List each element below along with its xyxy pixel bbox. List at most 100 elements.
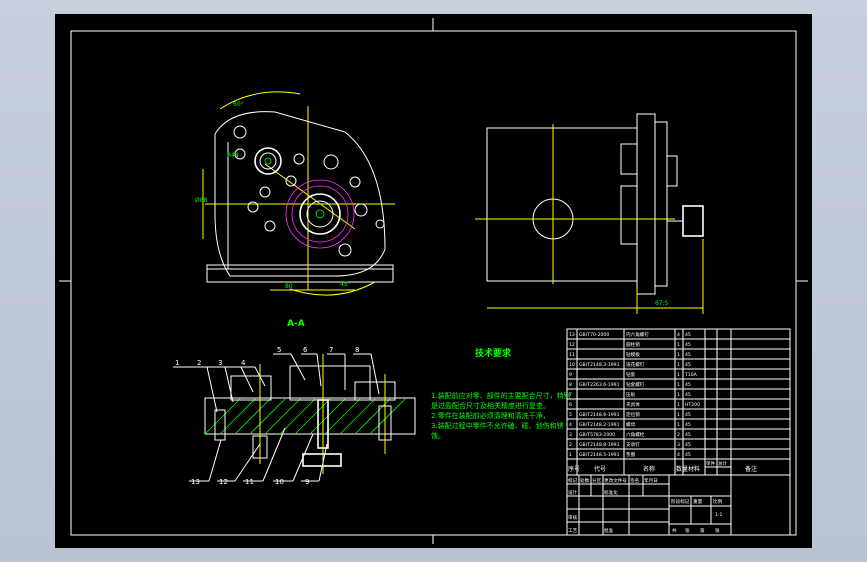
bom-mat-1: 45 <box>685 452 691 458</box>
bom-no-8: 8 <box>569 382 572 388</box>
tb-sign: 签名 <box>630 477 639 484</box>
bom-mat-10: 45 <box>685 362 691 368</box>
balloon-6: 6 <box>303 346 308 354</box>
bom-no-13: 13 <box>569 332 575 338</box>
bom-header-unit: 单件 <box>706 460 715 467</box>
cad-drawing: 60° R44 Ø88 80 45° 67.5 A-A 1 2 3 4 5 6 … <box>59 18 808 544</box>
bom-qty-5: 1 <box>677 412 680 418</box>
tb-sheets: 张 <box>685 527 690 534</box>
balloon-9: 9 <box>305 478 309 486</box>
balloon-4: 4 <box>241 359 246 367</box>
balloon-8: 8 <box>355 346 359 354</box>
bom-qty-3: 2 <box>677 432 680 438</box>
bom-qty-9: 1 <box>677 372 680 378</box>
tb-date: 年月日 <box>644 477 658 484</box>
bom-no-7: 7 <box>569 392 572 398</box>
bom-name-1: 垫圈 <box>626 451 636 458</box>
tb-approve: 批准 <box>604 527 614 534</box>
dim-bottom-width: 80 <box>285 283 293 290</box>
tb-change-doc: 更改文件号 <box>604 477 627 484</box>
bom-name-6: 夹具体 <box>626 401 640 408</box>
balloons: 1 2 3 4 5 6 7 8 9 10 11 12 13 <box>173 346 380 486</box>
bom-header-total: 总计 <box>718 460 727 467</box>
bom-code-5: GB/T2148.6-1991 <box>579 412 620 418</box>
bom-code-3: GB/T5783-2000 <box>579 432 615 438</box>
bom-mat-8: 45 <box>685 382 691 388</box>
bom-header-name: 名称 <box>643 465 655 473</box>
tb-sheet: 张 <box>715 527 720 534</box>
bom-name-11: 钻模板 <box>626 351 640 358</box>
balloon-3: 3 <box>218 359 222 367</box>
bom-qty-8: 1 <box>677 382 680 388</box>
tb-zone: 分区 <box>592 477 602 484</box>
tb-process: 工艺 <box>568 528 578 534</box>
bom-qty-13: 4 <box>677 332 680 338</box>
bom-mat-13: 45 <box>685 332 691 338</box>
bom-name-10: 滚花螺钉 <box>626 361 645 368</box>
bom-mat-6: HT200 <box>685 402 700 408</box>
bom-qty-12: 1 <box>677 342 680 348</box>
bom-name-5: 定位销 <box>626 411 640 418</box>
bom-mat-9: T10A <box>684 372 698 378</box>
bom-qty-1: 4 <box>677 452 680 458</box>
bom-code-2: GB/T2148.8-1991 <box>579 442 620 448</box>
section-label: A-A <box>287 319 305 329</box>
balloon-13: 13 <box>191 478 200 486</box>
tb-no: 第 <box>700 527 705 534</box>
tb-scale: 1:1 <box>715 512 722 518</box>
bom-no-9: 9 <box>569 372 572 378</box>
bom-no-12: 12 <box>569 342 575 348</box>
bom-code-1: GB/T2148.5-1991 <box>579 452 620 458</box>
bom-header-qty: 数量 <box>676 465 688 473</box>
bom-qty-11: 1 <box>677 352 680 358</box>
balloon-2: 2 <box>197 359 201 367</box>
bom-qty-4: 1 <box>677 422 680 428</box>
bom-mat-11: 45 <box>685 352 691 358</box>
front-view: 60° R44 Ø88 80 45° <box>195 91 395 296</box>
bom-qty-10: 1 <box>677 362 680 368</box>
tech-title: 技术要求 <box>475 347 512 359</box>
balloon-10: 10 <box>275 478 284 486</box>
balloon-7: 7 <box>329 346 333 354</box>
bom-header-material: 材料 <box>688 465 700 473</box>
bom-code-13: GB/T70-2000 <box>579 332 609 338</box>
tb-weight: 重量 <box>693 498 703 505</box>
bom-name-3: 六角螺栓 <box>626 431 645 438</box>
bom-table: 13 GB/T70-2000 内六角螺钉 4 45 12 圆柱销 1 45 11… <box>566 328 791 460</box>
bom-name-7: 压板 <box>626 391 636 398</box>
tech-note-5: 蚀。 <box>431 431 445 440</box>
bom-qty-7: 1 <box>677 392 680 398</box>
tb-standardize: 标准化 <box>604 489 618 496</box>
bom-no-1: 1 <box>569 452 572 458</box>
bom-qty-2: 3 <box>677 442 680 448</box>
balloon-1: 1 <box>175 359 179 367</box>
balloon-12: 12 <box>219 478 228 486</box>
bom-header-remark: 备注 <box>745 465 757 473</box>
tech-note-1: 1.装配前应对零、部件的主要配合尺寸，特别 <box>431 391 571 400</box>
balloon-11: 11 <box>245 478 254 486</box>
bom-code-4: GB/T2148.2-1991 <box>579 422 620 428</box>
dim-left-height: Ø88 <box>195 197 208 204</box>
bom-no-6: 6 <box>569 402 572 408</box>
bom-mat-2: 45 <box>685 442 691 448</box>
dim-bottom-angle: 45° <box>340 281 351 288</box>
tb-review: 审核 <box>568 514 578 521</box>
bom-name-8: 钻套螺钉 <box>626 381 645 388</box>
bom-name-4: 螺母 <box>626 421 636 428</box>
tb-design: 设计 <box>568 489 578 496</box>
tb-scale-label: 比例 <box>713 498 723 505</box>
bom-mat-4: 45 <box>685 422 691 428</box>
side-view: 67.5 <box>475 113 704 314</box>
bom-mat-5: 45 <box>685 412 691 418</box>
tb-total: 共 <box>672 527 677 534</box>
bom-header-no: 序号 <box>568 465 580 473</box>
tech-note-2: 是过盈配合尺寸及相关精度进行复查。 <box>431 401 550 410</box>
tech-note-4: 3.装配过程中零件不允许磕、碰、划伤和锈 <box>431 421 564 430</box>
bom-no-2: 2 <box>569 442 572 448</box>
section-view <box>204 354 416 474</box>
bom-no-5: 5 <box>569 412 572 418</box>
bom-mat-7: 45 <box>685 392 691 398</box>
drawing-viewport[interactable]: 60° R44 Ø88 80 45° 67.5 A-A 1 2 3 4 5 6 … <box>55 14 812 548</box>
bom-no-11: 11 <box>569 352 575 358</box>
balloon-5: 5 <box>277 346 281 354</box>
